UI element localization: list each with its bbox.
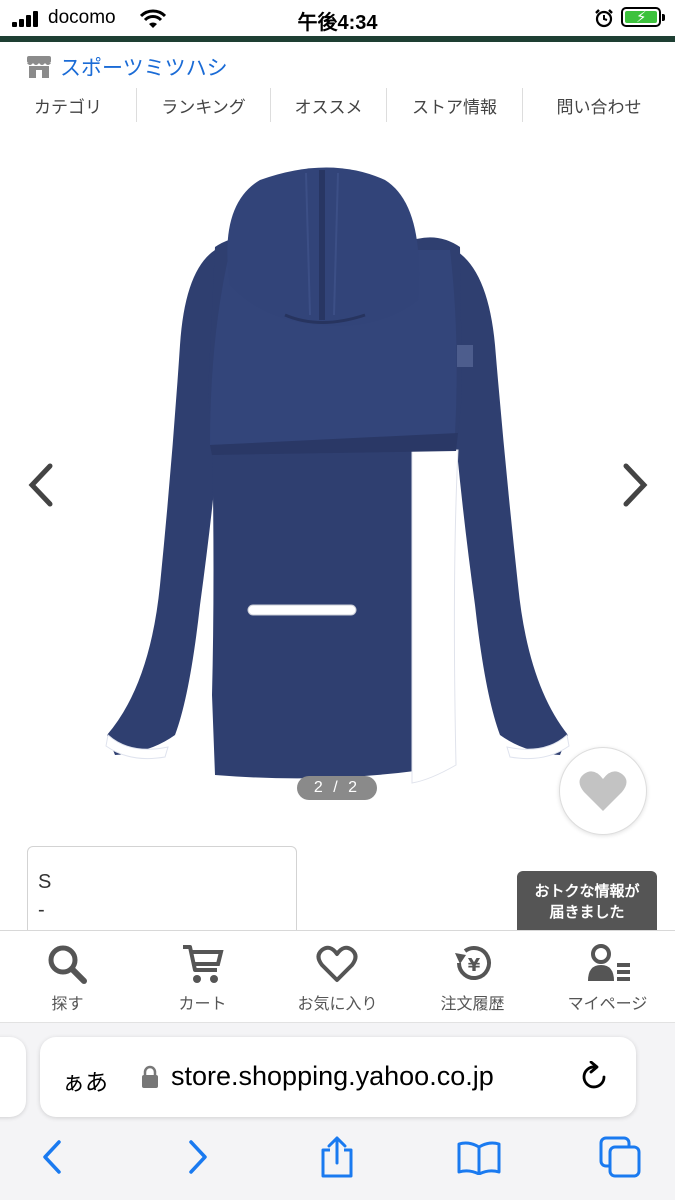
search-icon	[48, 945, 87, 984]
tab-label: 探す	[51, 996, 84, 1013]
option-size: S	[38, 871, 52, 893]
toast-line-1: おトクな情報が	[534, 883, 640, 900]
nav-ranking[interactable]: ランキング	[137, 88, 271, 122]
url-text[interactable]: store.shopping.yahoo.co.jp	[171, 1061, 494, 1092]
previous-tab-preview[interactable]	[0, 1037, 26, 1117]
tab-cart[interactable]: カート	[135, 931, 270, 1023]
browser-toolbar	[0, 1135, 675, 1187]
store-nav: カテゴリ ランキング オススメ ストア情報 問い合わせ	[0, 88, 675, 124]
share-icon	[321, 1136, 353, 1178]
nav-store-info[interactable]: ストア情報	[387, 88, 523, 122]
tab-label: カート	[178, 996, 227, 1013]
battery-icon: ⚡	[621, 7, 665, 27]
back-button[interactable]	[30, 1135, 74, 1179]
reload-icon[interactable]	[580, 1061, 610, 1093]
user-icon	[588, 944, 630, 981]
page-indicator: 2 / 2	[297, 776, 377, 800]
chevron-left-icon[interactable]	[22, 460, 62, 510]
alarm-icon	[595, 9, 613, 28]
back-arrow-icon	[43, 1140, 61, 1174]
forward-arrow-icon	[189, 1140, 207, 1174]
tab-favorites[interactable]: お気に入り	[270, 931, 405, 1023]
favorite-button[interactable]	[559, 747, 647, 835]
tab-label: 注文履歴	[440, 996, 505, 1013]
toast-line-2: 届きました	[549, 904, 625, 921]
option-stock: -	[38, 899, 45, 921]
tab-label: マイページ	[567, 996, 648, 1013]
status-time: 午後4:34	[297, 12, 378, 34]
store-name-link[interactable]: スポーツミツハシ	[60, 52, 228, 82]
status-bar: docomo 午後4:34 ⚡	[0, 0, 675, 36]
deal-notification-toast[interactable]: おトクな情報が 届きました	[517, 871, 657, 933]
address-bar[interactable]: ぁあ store.shopping.yahoo.co.jp	[40, 1037, 636, 1117]
bookmarks-button[interactable]	[457, 1135, 501, 1179]
svg-text:¥: ¥	[468, 955, 481, 976]
cart-icon	[183, 945, 224, 983]
share-button[interactable]	[315, 1135, 359, 1179]
lock-icon	[142, 1065, 158, 1088]
heart-icon	[316, 945, 358, 982]
tabs-icon	[599, 1136, 641, 1178]
bottom-tab-bar: 探す カート お気に入り ¥ 注文履歴 マイページ	[0, 930, 675, 1022]
nav-category[interactable]: カテゴリ	[0, 88, 137, 122]
bookmarks-book-icon	[457, 1141, 501, 1175]
nav-recommended[interactable]: オススメ	[271, 88, 387, 122]
product-gallery[interactable]: 2 / 2	[0, 135, 675, 835]
text-size-button[interactable]: ぁあ	[62, 1063, 108, 1097]
nav-contact[interactable]: 問い合わせ	[523, 88, 675, 122]
order-history-icon: ¥	[455, 946, 491, 980]
tab-search[interactable]: 探す	[0, 931, 135, 1023]
heart-icon	[579, 771, 627, 811]
header-accent-bar	[0, 36, 675, 42]
browser-chrome: ぁあ store.shopping.yahoo.co.jp	[0, 1022, 675, 1200]
tab-order-history[interactable]: ¥ 注文履歴	[405, 931, 540, 1023]
tabs-button[interactable]	[598, 1135, 642, 1179]
product-image	[105, 167, 570, 784]
store-header[interactable]: スポーツミツハシ	[26, 52, 228, 82]
chevron-right-icon[interactable]	[614, 460, 654, 510]
store-icon	[27, 56, 51, 78]
tab-label: お気に入り	[297, 996, 378, 1013]
tab-my-page[interactable]: マイページ	[540, 931, 675, 1023]
forward-button[interactable]	[176, 1135, 220, 1179]
